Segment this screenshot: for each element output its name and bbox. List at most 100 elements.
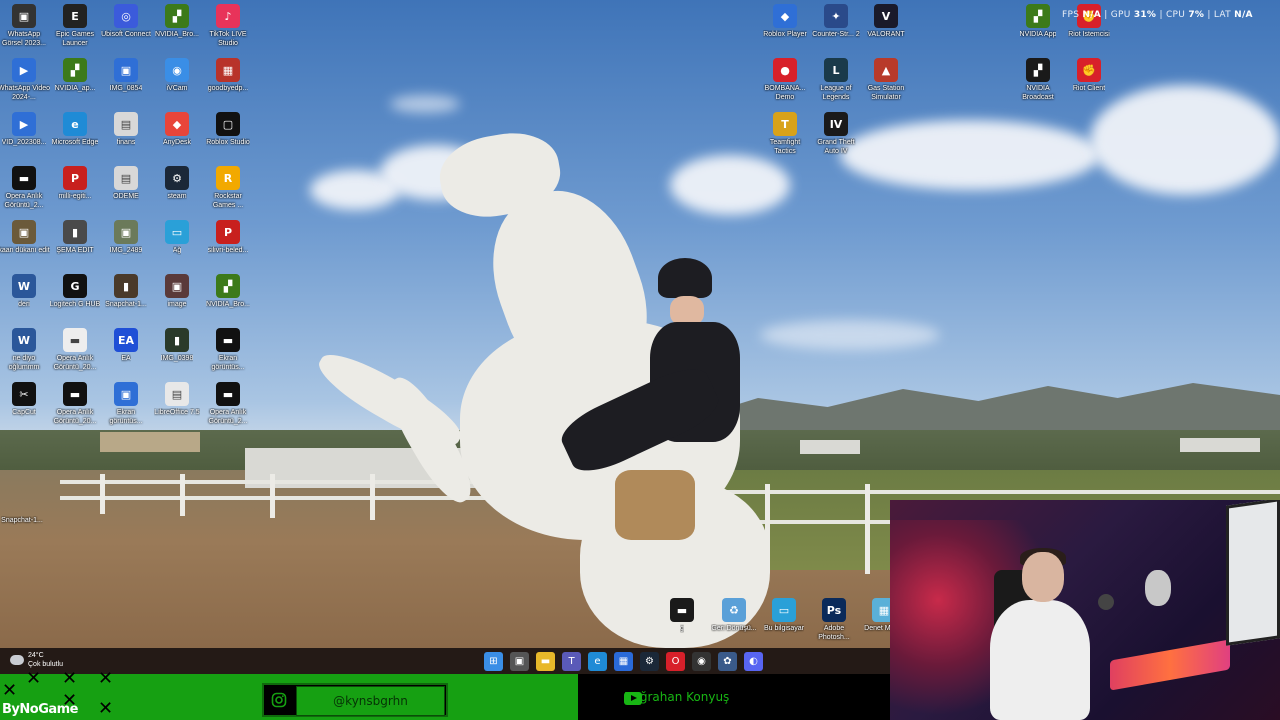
counter-strike-icon: ✦ — [824, 4, 848, 28]
desktop-icon[interactable]: ▬ Opera Anlık Görüntü_2... — [202, 382, 254, 426]
desktop-icon[interactable]: ● BOMBANA... Demo — [759, 58, 811, 102]
desktop-icon-label: IMG_0854 — [109, 85, 143, 92]
desktop-icon[interactable]: ▬ g — [656, 598, 708, 633]
roblox-icon: ◆ — [773, 4, 797, 28]
weather-text: 24°C Çok bulutlu — [28, 651, 63, 669]
desktop-icon[interactable]: ▞ NVIDIA Broadcast — [1012, 58, 1064, 102]
desktop-icon[interactable]: ▢ Roblox Studio — [202, 112, 254, 147]
fps-value: N/A — [1082, 10, 1102, 20]
desktop-icon[interactable]: ✦ Counter-Str... 2 — [810, 4, 862, 39]
weather-widget[interactable]: 24°C Çok bulutlu — [10, 651, 63, 669]
desktop-icon[interactable]: ▣ Ekran görüntüs... — [100, 382, 152, 426]
desktop-icon[interactable]: ▮Snapchat-1... — [100, 274, 152, 309]
screenshot-icon: ▬ — [63, 328, 87, 352]
settings-icon[interactable]: ✿ — [718, 652, 737, 671]
desktop-icon[interactable]: ▣ IMG_2489 — [100, 220, 152, 255]
desktop-icon[interactable]: IV Grand Theft Auto IV — [810, 112, 862, 156]
desktop-icon-label: Ağ — [172, 247, 182, 254]
lat-value: N/A — [1234, 10, 1253, 20]
desktop-icon[interactable]: E Epic Games Launcer — [49, 4, 101, 48]
discord-icon[interactable]: ◐ — [744, 652, 763, 671]
webcam-feed — [890, 500, 1280, 720]
weather-temperature: 24°C — [28, 652, 44, 659]
desktop-icon[interactable]: ◉ iVCam — [151, 58, 203, 93]
instagram-handle: @kynsbgrhn — [296, 686, 445, 716]
desktop-icon[interactable]: ◆ AnyDesk — [151, 112, 203, 147]
desktop-icon[interactable]: ▣ image — [151, 274, 203, 309]
edge-icon[interactable]: e — [588, 652, 607, 671]
desktop-icon[interactable]: L League of Legends — [810, 58, 862, 102]
desktop-icon[interactable]: ◎ Ubisoft Connect — [100, 4, 152, 39]
lat-label: LAT — [1213, 10, 1231, 20]
building — [1180, 438, 1260, 452]
desktop-icon[interactable]: ▞ NVIDIA App — [1012, 4, 1064, 39]
fence-post — [180, 474, 185, 516]
desktop-icon[interactable]: e Microsoft Edge — [49, 112, 101, 147]
desktop-icon[interactable]: ◆ Roblox Player — [759, 4, 811, 39]
task-view-icon[interactable]: ▣ — [510, 652, 529, 671]
steam-icon[interactable]: ⚙ — [640, 652, 659, 671]
photoshop-icon: Ps — [822, 598, 846, 622]
desktop-icon[interactable]: ♪ TikTok LIVE Studio — [202, 4, 254, 48]
desktop-icon[interactable]: ▞ NVIDIA_Bro... — [151, 4, 203, 39]
obs-icon[interactable]: ◉ — [692, 652, 711, 671]
desktop-icon[interactable]: ▮ ŞEMA EDIT — [49, 220, 101, 255]
desktop-icon[interactable]: ▭ Ağ — [151, 220, 203, 255]
desktop-icon[interactable]: ▭ Bu bilgisayar — [758, 598, 810, 633]
fence-post — [100, 474, 105, 514]
this-pc-icon: ▭ — [772, 598, 796, 622]
x-decoration-icon: ✕ — [98, 668, 114, 689]
desktop-icon[interactable]: ✂ CapCut — [0, 382, 50, 417]
side-monitor — [1226, 500, 1280, 646]
libreoffice-icon: ▤ — [165, 382, 189, 406]
desktop-icon[interactable]: ▮ IMG_0398 — [151, 328, 203, 363]
start-button[interactable]: ⊞ — [484, 652, 503, 671]
desktop-icon[interactable]: ▶ WhatsApp Video 2024-... — [0, 58, 50, 102]
desktop-icon-label: milli-egiti... — [58, 193, 92, 200]
desktop-icon[interactable]: Ps Adobe Photosh... — [808, 598, 860, 642]
desktop-icon-label: deri — [18, 301, 30, 308]
desktop-icon[interactable]: G Logitech G HUB — [49, 274, 101, 309]
desktop-icon[interactable]: ♻ Geri Dönüşü... — [708, 598, 760, 633]
desktop-icon-label: NVIDIA Broadcast — [1022, 85, 1054, 101]
decorative-mask — [1145, 570, 1171, 606]
desktop-icon[interactable]: ▣ IMG_0854 — [100, 58, 152, 93]
desktop-icon[interactable]: ▣ kaan dükanı edit — [0, 220, 50, 255]
desktop-icon[interactable]: ▬ Opera Anlık Görüntü_2... — [0, 166, 50, 210]
desktop-icon[interactable]: ▬ Opera Anlık Görüntü_20... — [49, 382, 101, 426]
desktop-icon[interactable]: ▤ finans — [100, 112, 152, 147]
desktop-icon[interactable]: T Teamfight Tactics — [759, 112, 811, 156]
desktop-icon[interactable]: ▲ Gas Station Simulator — [860, 58, 912, 102]
building — [100, 432, 200, 452]
desktop-icon[interactable]: Wderi — [0, 274, 50, 309]
store-icon[interactable]: ▦ — [614, 652, 633, 671]
desktop-icon[interactable]: ⚙ steam — [151, 166, 203, 201]
desktop-icon-label: Opera Anlık Görüntü_20... — [53, 409, 97, 425]
cpu-label: CPU — [1165, 10, 1186, 20]
desktop-icon[interactable]: Pmilli-egiti... — [49, 166, 101, 201]
pdf-icon: P — [216, 220, 240, 244]
recycle-bin-icon: ♻ — [722, 598, 746, 622]
desktop-icon[interactable]: ▞ NVIDIA_ap... — [49, 58, 101, 93]
opera-icon[interactable]: O — [666, 652, 685, 671]
desktop-icon[interactable]: ▣ WhatsApp Görsel 2023... — [0, 4, 50, 48]
desktop-icon-label: silivri-beled... — [207, 247, 249, 254]
desktop-icon[interactable]: ▤ LibreOffice 7.5 — [151, 382, 203, 417]
desktop-icon[interactable]: R Rockstar Games ... — [202, 166, 254, 210]
desktop-icon[interactable]: ▤ ÖDEME — [100, 166, 152, 201]
desktop-icon[interactable]: ▶ VID_202308... — [0, 112, 50, 147]
video-file-icon: ▶ — [12, 112, 36, 136]
desktop-icon[interactable]: V VALORANT — [860, 4, 912, 39]
desktop-icon[interactable]: EA EA — [100, 328, 152, 363]
desktop-icon[interactable]: Psilivri-beled... — [202, 220, 254, 255]
desktop-icon[interactable]: ▬ Ekran görüntüs... — [202, 328, 254, 372]
file-explorer-icon[interactable]: ▬ — [536, 652, 555, 671]
capcut-icon: ✂ — [12, 382, 36, 406]
desktop-icon[interactable]: ✊ Riot Client — [1063, 58, 1115, 93]
teams-icon[interactable]: T — [562, 652, 581, 671]
desktop-icon[interactable]: ▬ Opera Anlık Görüntü_20... — [49, 328, 101, 372]
desktop-icon[interactable]: ▞ NVIDIA_Bro... — [202, 274, 254, 309]
desktop-icon[interactable]: ▮Snapchat-1... — [0, 490, 48, 525]
desktop-icon[interactable]: Wne diyo oğlummm — [0, 328, 50, 372]
desktop-icon[interactable]: ▦ goodbyedp... — [202, 58, 254, 93]
